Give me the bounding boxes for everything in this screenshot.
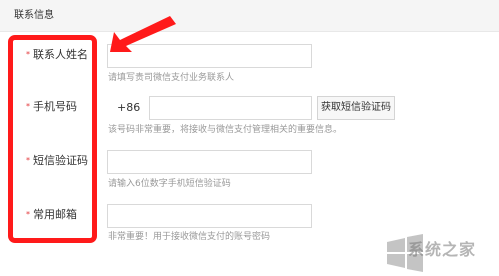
phone-country-code: +86 bbox=[117, 101, 141, 114]
section-header: 联系信息 bbox=[0, 0, 499, 32]
section-title: 联系信息 bbox=[14, 10, 54, 21]
annotation-highlight-box bbox=[8, 35, 97, 243]
get-sms-code-button[interactable]: 获取短信验证码 bbox=[317, 96, 395, 120]
email-hint: 非常重要！用于接收微信支付的账号密码 bbox=[108, 232, 271, 242]
annotation-arrow-icon bbox=[110, 16, 176, 52]
sms-code-input[interactable] bbox=[108, 152, 311, 175]
phone-field[interactable] bbox=[149, 96, 312, 121]
contact-name-hint: 请填写贵司微信支付业务联系人 bbox=[108, 73, 235, 83]
sms-code-field[interactable] bbox=[107, 150, 312, 175]
phone-hint: 该号码非常重要，将接收与微信支付管理相关的重要信息。 bbox=[108, 125, 343, 135]
email-field[interactable] bbox=[107, 204, 312, 229]
watermark-text: 系统之家 bbox=[408, 240, 477, 259]
phone-input[interactable] bbox=[150, 98, 311, 121]
email-input[interactable] bbox=[108, 206, 311, 229]
sms-code-hint: 请输入6位数字手机短信验证码 bbox=[108, 179, 231, 189]
